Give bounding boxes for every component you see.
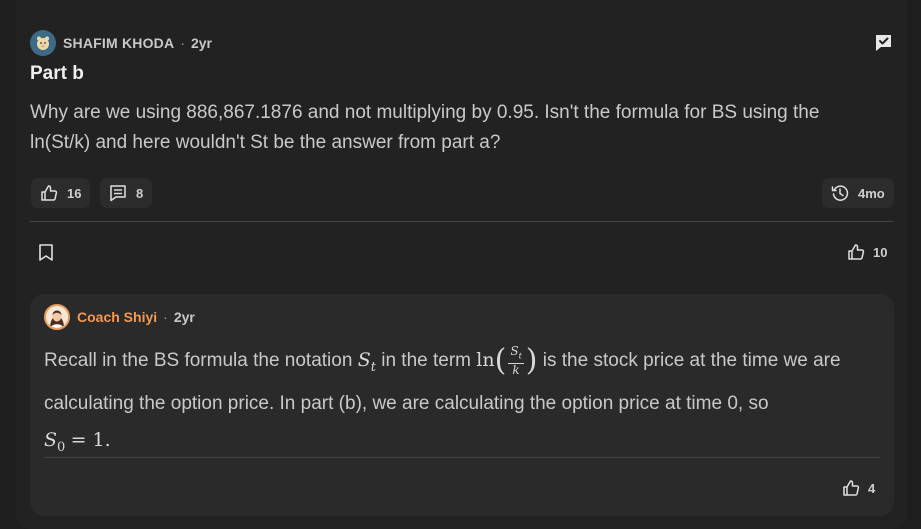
reply-upvote-button[interactable]: 4	[842, 479, 875, 497]
reply-card: Coach Shiyi · 2yr Recall in the BS formu…	[30, 294, 894, 516]
math-symbol: St	[357, 349, 376, 375]
reply-upvote-button[interactable]: 10	[847, 243, 887, 261]
history-button[interactable]: 4mo	[822, 178, 894, 208]
comment-icon	[110, 185, 126, 202]
comment-count: 8	[136, 185, 144, 201]
reply-age: 2yr	[173, 309, 195, 325]
thumbs-up-icon	[843, 480, 860, 496]
person-avatar-icon	[46, 306, 68, 328]
math-paren: (	[494, 342, 507, 378]
flag-check-icon	[876, 35, 891, 51]
history-clock-icon	[831, 185, 849, 201]
math-ln: ln	[476, 349, 495, 371]
upvote-count: 10	[873, 244, 888, 260]
upvote-count: 16	[67, 185, 82, 201]
separator-dot: ·	[163, 309, 168, 325]
thumbs-up-icon	[41, 185, 58, 201]
math-symbol: S0	[44, 428, 66, 455]
post-age: 2yr	[190, 35, 212, 51]
divider	[44, 457, 880, 458]
math-fraction: St k	[508, 344, 524, 377]
reply-text: Recall in the BS formula the notation	[44, 350, 353, 371]
math-equation: = 1.	[70, 428, 111, 451]
comments-button[interactable]: 8	[100, 178, 153, 208]
bookmark-icon	[39, 244, 53, 261]
bear-avatar-icon	[37, 36, 49, 50]
report-button[interactable]	[873, 32, 894, 53]
post-author[interactable]: SHAFIM KHODA	[63, 35, 174, 51]
reply-body: Recall in the BS formula the notation St…	[44, 342, 874, 466]
coach-avatar[interactable]	[44, 304, 70, 330]
reply-author[interactable]: Coach Shiyi	[77, 309, 157, 325]
upvote-button[interactable]: 16	[31, 178, 91, 208]
post-header: SHAFIM KHODA · 2yr	[30, 30, 212, 56]
thumbs-up-icon	[848, 244, 865, 260]
avatar[interactable]	[30, 30, 56, 56]
upvote-count: 4	[868, 480, 876, 496]
separator-dot: ·	[180, 35, 185, 51]
math-paren: )	[525, 342, 538, 378]
bookmark-button[interactable]	[37, 243, 55, 262]
reply-text: in the term	[381, 350, 471, 371]
last-activity: 4mo	[858, 185, 885, 201]
divider	[30, 221, 894, 222]
reply-header: Coach Shiyi · 2yr	[44, 304, 195, 330]
post-body: Why are we using 886,867.1876 and not mu…	[30, 102, 820, 153]
post-title: Part b	[30, 63, 84, 84]
